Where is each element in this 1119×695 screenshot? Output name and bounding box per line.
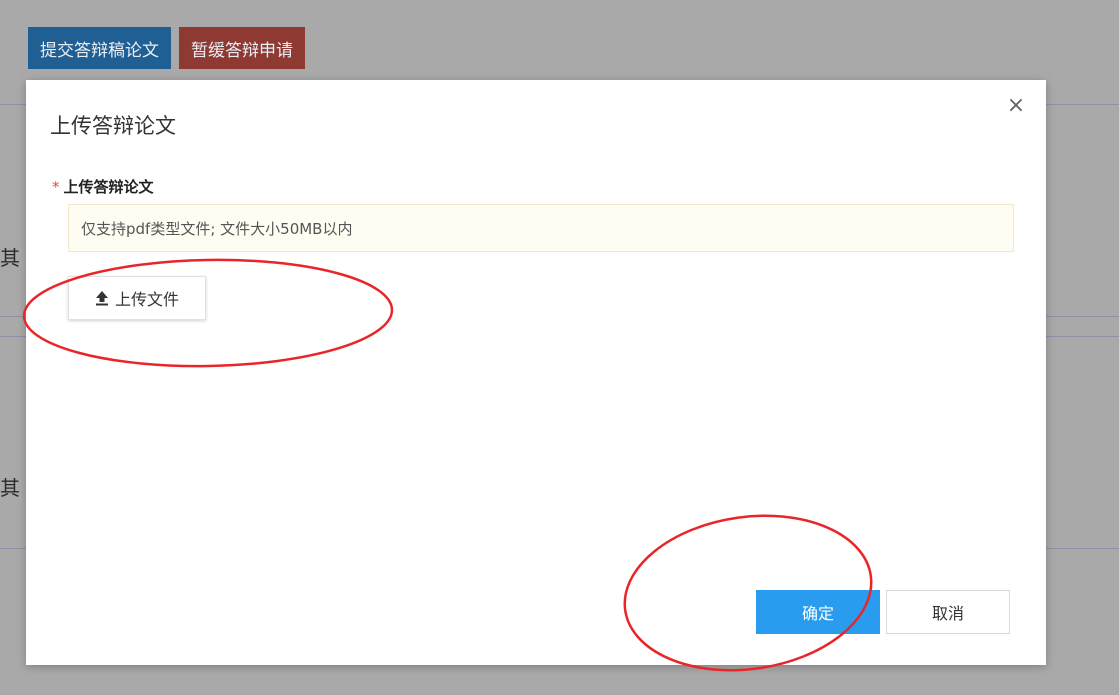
confirm-button[interactable]: 确定 xyxy=(756,590,880,634)
file-requirement-notice: 仅支持pdf类型文件; 文件大小50MB以内 xyxy=(68,204,1014,252)
background-toolbar: 提交答辩稿论文 暂缓答辩申请 xyxy=(28,27,305,69)
notice-text: 仅支持pdf类型文件; 文件大小50MB以内 xyxy=(81,219,353,238)
background-partial-text: 其 xyxy=(0,476,20,500)
upload-icon xyxy=(95,290,109,306)
dialog-title: 上传答辩论文 xyxy=(50,114,176,138)
close-icon[interactable]: × xyxy=(1004,94,1028,118)
upload-button-label: 上传文件 xyxy=(114,290,179,309)
field-label: * 上传答辩论文 xyxy=(52,176,154,197)
upload-dialog: 上传答辩论文 × * 上传答辩论文 仅支持pdf类型文件; 文件大小50MB以内 … xyxy=(26,80,1046,665)
upload-file-button[interactable]: 上传文件 xyxy=(68,276,206,320)
defer-defense-application-button[interactable]: 暂缓答辩申请 xyxy=(179,27,305,69)
required-mark: * xyxy=(52,178,60,196)
field-label-text: 上传答辩论文 xyxy=(63,178,154,196)
submit-defense-paper-button[interactable]: 提交答辩稿论文 xyxy=(28,27,171,69)
background-partial-text: 其 xyxy=(0,246,20,270)
cancel-button[interactable]: 取消 xyxy=(886,590,1010,634)
